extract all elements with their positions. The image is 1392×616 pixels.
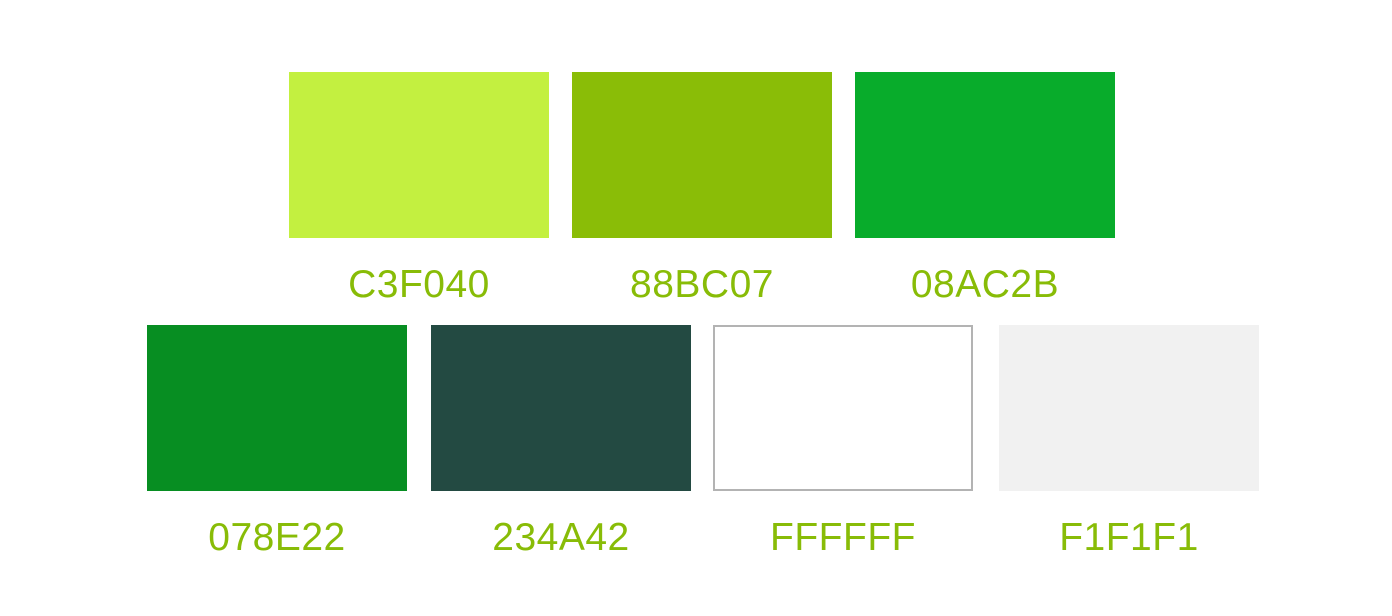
swatch-card-ffffff: FFFFFF: [713, 325, 973, 563]
swatch-hex-label: F1F1F1: [1059, 516, 1199, 559]
swatch-hex-label: 08AC2B: [910, 263, 1060, 306]
color-palette: C3F040 88BC07 08AC2B 078E22 234A42 FFFFF…: [0, 0, 1392, 616]
color-swatch: [855, 72, 1115, 238]
color-swatch: [147, 325, 407, 491]
color-swatch: [431, 325, 691, 491]
color-swatch: [572, 72, 832, 238]
swatch-card-08ac2b: 08AC2B: [855, 72, 1115, 310]
color-swatch: [999, 325, 1259, 491]
swatch-card-88bc07: 88BC07: [572, 72, 832, 310]
color-swatch: [713, 325, 973, 491]
swatch-card-078e22: 078E22: [147, 325, 407, 563]
swatch-hex-label: FFFFFF: [770, 516, 916, 559]
swatch-card-c3f040: C3F040: [289, 72, 549, 310]
swatch-hex-label: 88BC07: [630, 263, 774, 306]
swatch-card-234a42: 234A42: [431, 325, 691, 563]
swatch-hex-label: C3F040: [348, 263, 490, 306]
swatch-hex-label: 078E22: [208, 516, 346, 559]
swatch-hex-label: 234A42: [492, 516, 630, 559]
swatch-card-f1f1f1: F1F1F1: [999, 325, 1259, 563]
color-swatch: [289, 72, 549, 238]
